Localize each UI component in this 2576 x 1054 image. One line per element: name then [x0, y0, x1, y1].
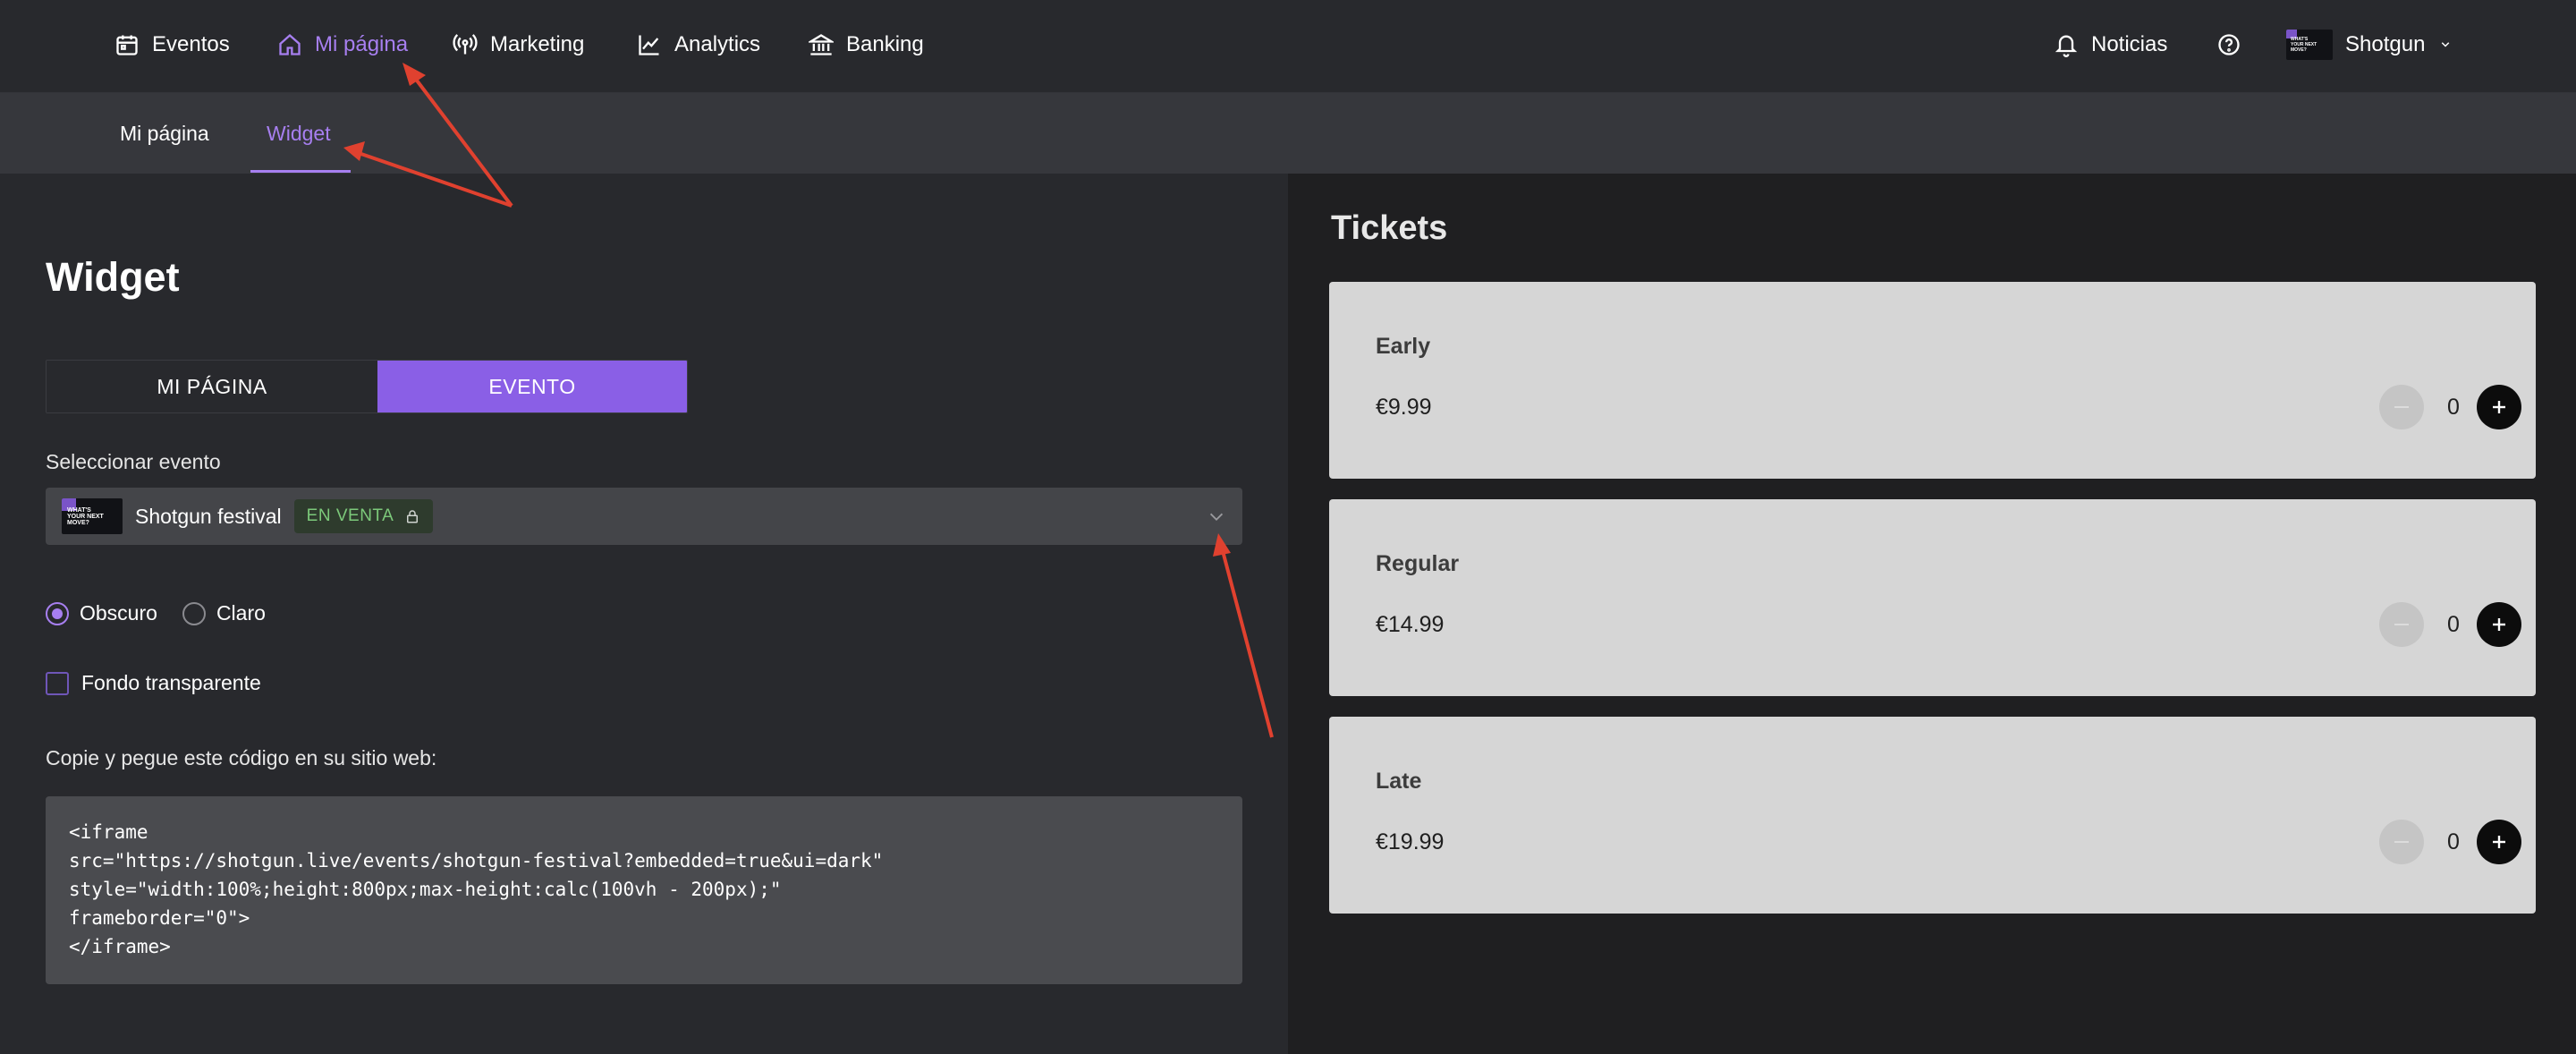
account-menu[interactable]: WHAT'S YOUR NEXT MOVE? Shotgun: [2286, 25, 2453, 64]
minus-icon: [2394, 841, 2409, 843]
nav-item-eventos[interactable]: Eventos: [114, 25, 230, 64]
tab-mi-pagina[interactable]: Mi página: [120, 93, 209, 174]
event-select[interactable]: WHAT'S YOUR NEXT MOVE? Shotgun festival …: [46, 488, 1242, 545]
embed-code-block[interactable]: <iframe src="https://shotgun.live/events/…: [46, 796, 1242, 984]
decrease-quantity-button[interactable]: [2379, 602, 2424, 647]
active-tab-indicator: [250, 170, 351, 173]
nav-item-label: Banking: [846, 32, 924, 56]
increase-quantity-button[interactable]: [2477, 820, 2521, 864]
ticket-card-regular: Regular €14.99 0: [1329, 499, 2536, 696]
account-name: Shotgun: [2345, 32, 2426, 56]
tab-label: Widget: [267, 121, 331, 145]
status-badge-label: EN VENTA: [306, 506, 394, 525]
ticket-card-early: Early €9.99 0: [1329, 282, 2536, 479]
radio-label: Claro: [216, 601, 266, 625]
widget-preview-panel: Tickets Early €9.99 0 Regular €14.99 0 L…: [1288, 174, 2576, 1054]
radio-indicator: [46, 601, 69, 625]
code-line: style="width:100%;height:800px;max-heigh…: [69, 879, 782, 900]
plus-icon: [2493, 401, 2505, 413]
segment-evento[interactable]: EVENTO: [377, 361, 687, 412]
ticket-quantity: 0: [2447, 829, 2460, 854]
widget-type-toggle: MI PÁGINA EVENTO: [46, 360, 688, 413]
notifications-button[interactable]: Noticias: [2054, 25, 2167, 64]
nav-item-label: Marketing: [490, 32, 585, 56]
code-line: <iframe: [69, 821, 148, 843]
plus-icon: [2493, 836, 2505, 848]
ticket-price: €14.99: [1376, 612, 1445, 637]
help-icon: [2218, 34, 2240, 55]
nav-item-label: Analytics: [674, 32, 761, 56]
account-avatar: WHAT'S YOUR NEXT MOVE?: [2286, 30, 2333, 60]
ticket-quantity: 0: [2447, 395, 2460, 420]
tab-widget[interactable]: Widget: [267, 93, 331, 174]
select-event-label: Seleccionar evento: [46, 450, 221, 473]
radio-label: Obscuro: [80, 601, 157, 625]
nav-item-label: Eventos: [152, 32, 230, 56]
minus-icon: [2394, 406, 2409, 408]
nav-item-marketing[interactable]: Marketing: [453, 25, 584, 64]
event-name: Shotgun festival: [135, 504, 282, 528]
tickets-title: Tickets: [1331, 209, 1448, 247]
status-badge: EN VENTA: [293, 499, 434, 533]
radio-indicator: [182, 601, 206, 625]
nav-item-banking[interactable]: Banking: [809, 25, 924, 64]
checkbox-label: Fondo transparente: [81, 671, 261, 694]
sub-navigation: Mi página Widget: [0, 93, 2576, 174]
radio-claro[interactable]: Claro: [182, 601, 266, 625]
event-thumbnail-text: WHAT'S YOUR NEXT MOVE?: [67, 507, 104, 526]
minus-icon: [2394, 624, 2409, 625]
ticket-name: Regular: [1376, 551, 1460, 576]
bank-icon: [809, 34, 834, 55]
code-line: frameborder="0">: [69, 907, 250, 929]
code-line: src="https://shotgun.live/events/shotgun…: [69, 850, 884, 871]
chart-line-icon: [639, 35, 659, 55]
lock-icon: [407, 510, 419, 523]
chevron-down-icon[interactable]: [1207, 507, 1226, 527]
event-thumbnail: WHAT'S YOUR NEXT MOVE?: [62, 498, 123, 534]
embed-code-label: Copie y pegue este código en su sitio we…: [46, 746, 437, 769]
bell-icon: [2055, 35, 2078, 57]
increase-quantity-button[interactable]: [2477, 385, 2521, 429]
radio-obscuro[interactable]: Obscuro: [46, 601, 157, 625]
theme-radio-group: Obscuro Claro: [46, 601, 291, 625]
page-title: Widget: [46, 254, 180, 300]
chevron-down-icon: [2442, 42, 2450, 47]
ticket-price: €19.99: [1376, 829, 1445, 854]
avatar-text: WHAT'S YOUR NEXT MOVE?: [2291, 37, 2318, 53]
nav-item-mi-pagina[interactable]: Mi página: [277, 25, 408, 64]
broadcast-icon: [453, 34, 478, 55]
calendar-icon: [116, 35, 138, 55]
ticket-name: Early: [1376, 334, 1431, 359]
transparent-background-option[interactable]: Fondo transparente: [46, 671, 261, 695]
transparent-background-checkbox[interactable]: [46, 671, 69, 695]
nav-item-analytics[interactable]: Analytics: [637, 25, 760, 64]
decrease-quantity-button[interactable]: [2379, 385, 2424, 429]
code-line: </iframe>: [69, 936, 171, 957]
segment-mi-pagina[interactable]: MI PÁGINA: [47, 361, 377, 412]
widget-settings-panel: Widget MI PÁGINA EVENTO Seleccionar even…: [0, 174, 1288, 1054]
notifications-label: Noticias: [2091, 32, 2168, 56]
ticket-quantity: 0: [2447, 612, 2460, 637]
ticket-name: Late: [1376, 769, 1422, 794]
ticket-card-late: Late €19.99 0: [1329, 717, 2536, 914]
plus-icon: [2493, 618, 2505, 631]
top-navigation: Eventos Mi página Marketing Analytics Ba…: [0, 0, 2576, 93]
increase-quantity-button[interactable]: [2477, 602, 2521, 647]
decrease-quantity-button[interactable]: [2379, 820, 2424, 864]
nav-item-label: Mi página: [315, 32, 409, 56]
home-icon: [279, 33, 301, 55]
tab-label: Mi página: [120, 121, 209, 145]
help-button[interactable]: [2216, 25, 2241, 64]
ticket-price: €9.99: [1376, 395, 1432, 420]
